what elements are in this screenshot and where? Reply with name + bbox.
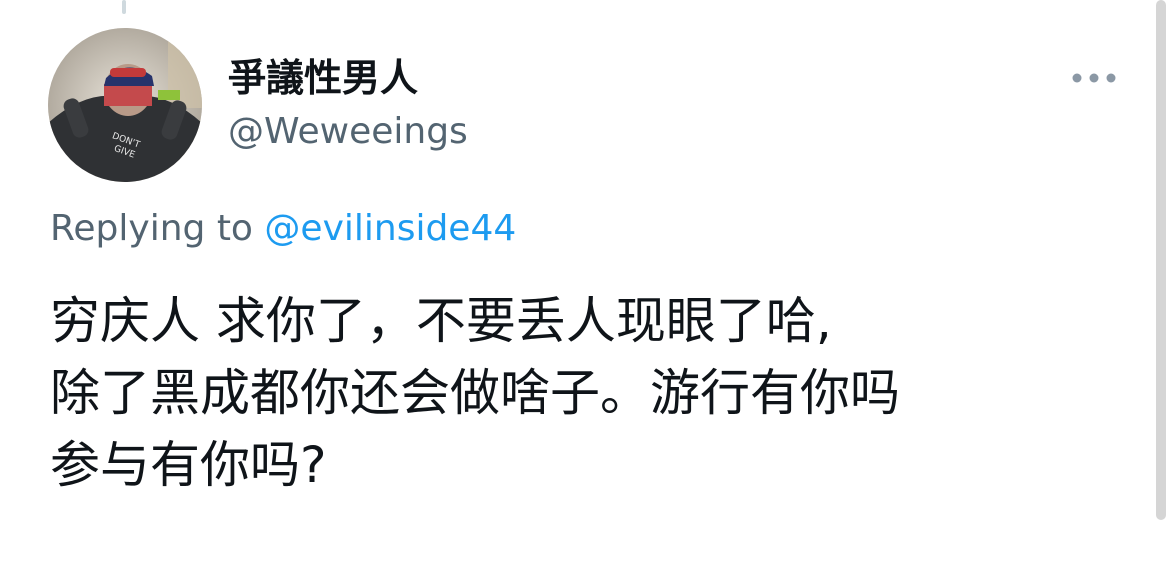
- thread-connector-line: [122, 0, 126, 14]
- tweet-text: 穷庆人 求你了，不要丢人现眼了哈, 除了黑成都你还会做啥子。游行有你吗 参与有你…: [50, 285, 1140, 501]
- author-display-name[interactable]: 爭議性男人: [228, 56, 418, 100]
- replying-to-mention-link[interactable]: @evilinside44: [264, 208, 516, 249]
- more-dots-icon: [1072, 73, 1116, 83]
- tweet-text-line: 参与有你吗?: [50, 436, 327, 494]
- scrollbar[interactable]: [1156, 0, 1166, 520]
- tweet-text-line: 穷庆人 求你了，不要丢人现眼了哈,: [50, 292, 832, 350]
- avatar[interactable]: DON'T GIVE: [48, 28, 202, 182]
- replying-to-label: Replying to: [50, 208, 253, 249]
- tweet-text-line: 除了黑成都你还会做啥子。游行有你吗: [50, 364, 900, 422]
- user-avatar-photo-icon: DON'T GIVE: [48, 28, 202, 182]
- replying-to-line: Replying to @evilinside44: [50, 205, 516, 253]
- author-handle[interactable]: @Weweeings: [228, 110, 468, 154]
- more-options-button[interactable]: [1066, 60, 1122, 96]
